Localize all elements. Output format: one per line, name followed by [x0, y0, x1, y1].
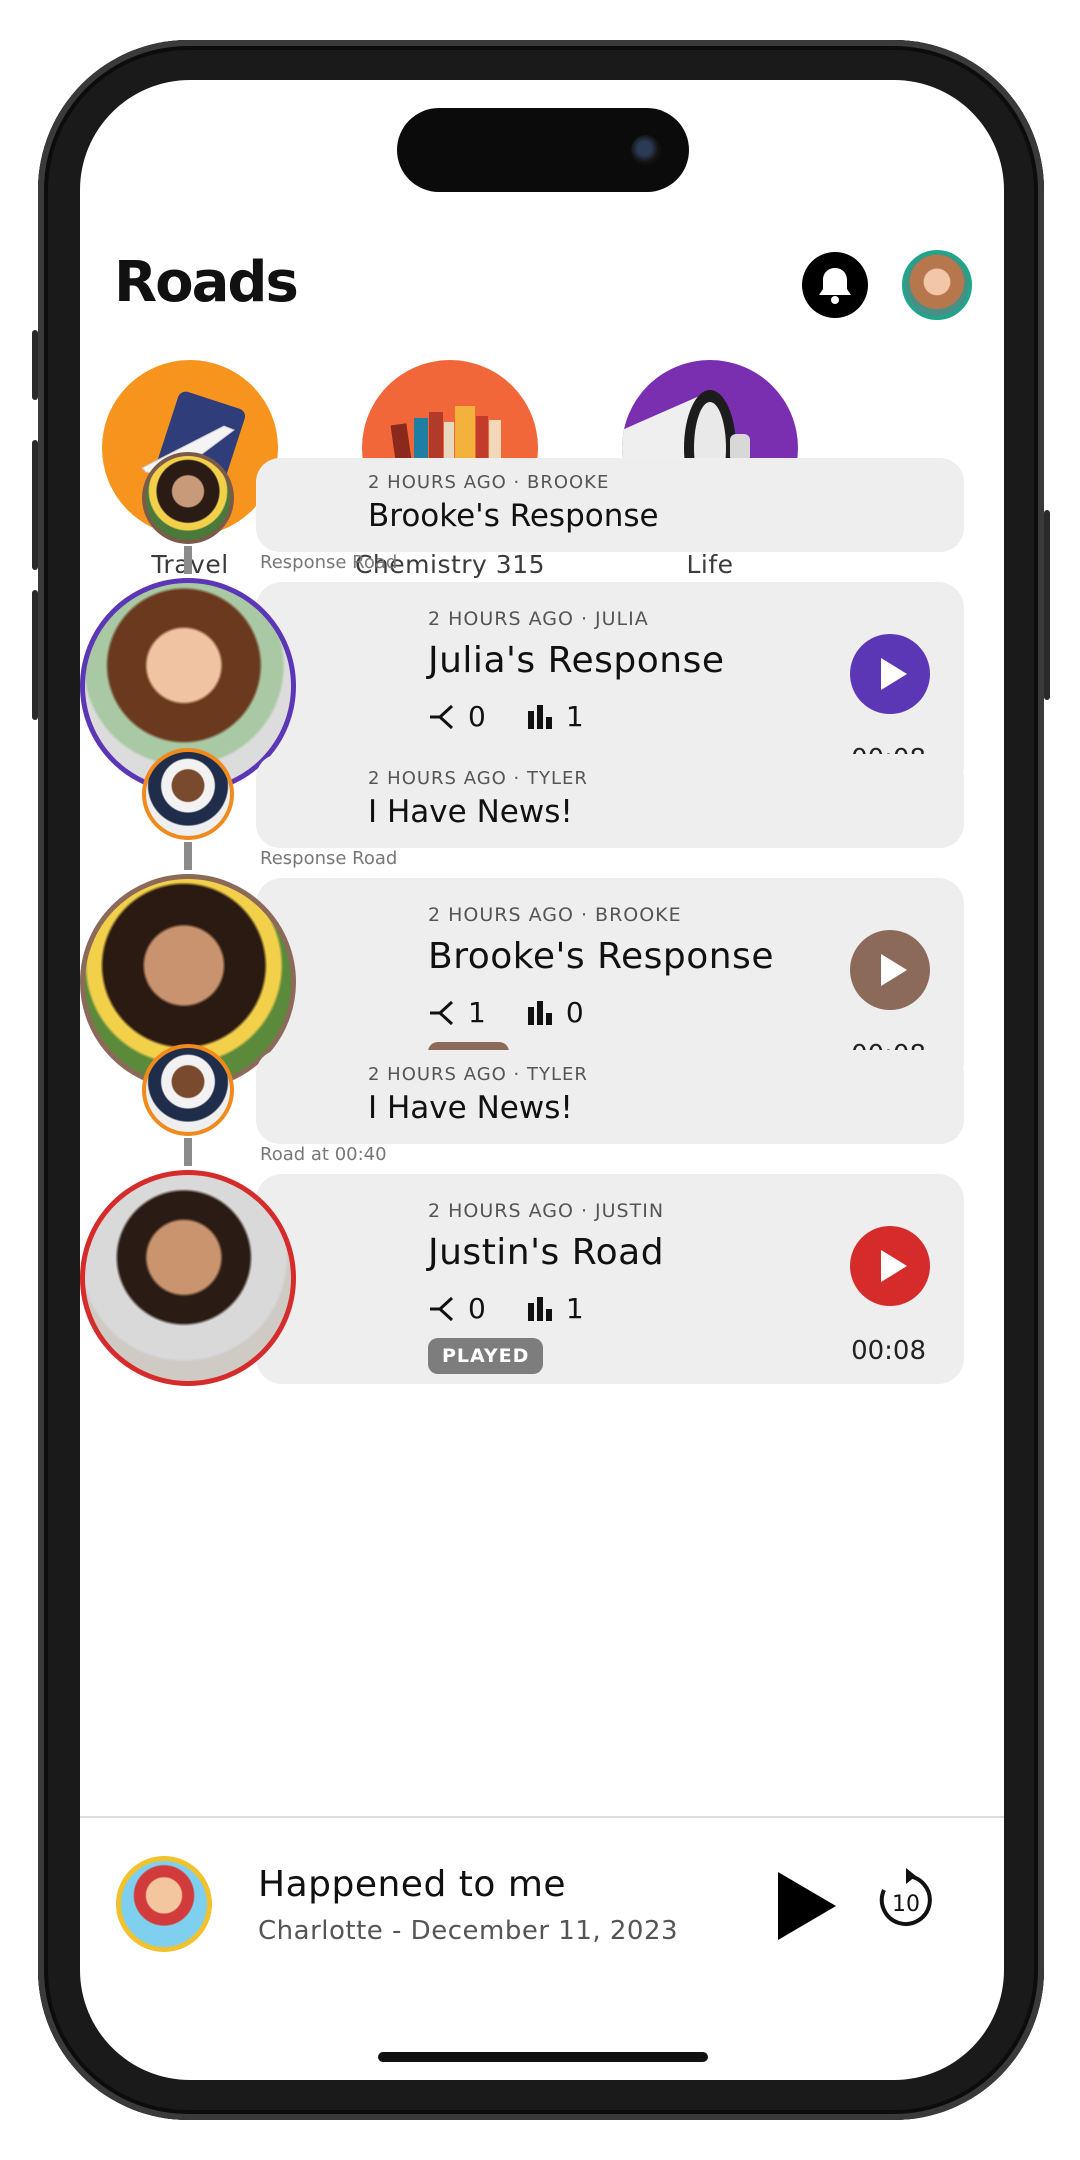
road-connector — [184, 842, 192, 870]
card-title: Julia's Response — [428, 640, 725, 681]
bar-chart-icon — [527, 704, 552, 729]
card-title: Justin's Road — [428, 1232, 665, 1273]
home-indicator[interactable] — [378, 2052, 708, 2062]
listens-stat: 0 — [526, 996, 584, 1029]
play-icon[interactable] — [778, 1872, 836, 1940]
card-title: Brooke's Response — [428, 936, 774, 977]
road-connector — [184, 1138, 192, 1166]
power-button — [1044, 510, 1050, 700]
shares-count: 0 — [468, 700, 486, 733]
parent-road-card[interactable]: 2 HOURS AGO · TYLER I Have News! — [256, 754, 964, 848]
card-meta: 2 HOURS AGO · JUSTIN — [428, 1200, 665, 1222]
listens-count: 1 — [565, 700, 584, 733]
divider — [80, 1816, 1004, 1818]
shares-count: 1 — [468, 996, 486, 1029]
listens-stat: 1 — [526, 1292, 584, 1325]
road-connector — [184, 546, 192, 574]
volume-up-button — [32, 440, 38, 570]
play-button[interactable] — [850, 1226, 930, 1306]
branch-icon — [430, 1000, 454, 1025]
card-meta: 2 HOURS AGO · BROOKE — [428, 904, 682, 926]
parent-title: I Have News! — [368, 794, 573, 830]
card-stats: 0 1 — [428, 700, 624, 733]
duration: 00:08 — [851, 1336, 926, 1366]
bell-icon[interactable] — [802, 252, 868, 318]
play-button[interactable] — [850, 930, 930, 1010]
bar-chart-icon — [527, 1000, 552, 1025]
branch-icon — [430, 704, 454, 729]
category-label: Life — [686, 550, 734, 579]
parent-title: Brooke's Response — [368, 498, 659, 534]
now-playing-subtitle: Charlotte - December 11, 2023 — [258, 1916, 679, 1946]
listens-stat: 1 — [526, 700, 584, 733]
avatar[interactable] — [902, 250, 972, 320]
shares-stat: 0 — [428, 1292, 486, 1325]
play-button[interactable] — [850, 634, 930, 714]
card-stats: 1 0 — [428, 996, 624, 1029]
parent-title: I Have News! — [368, 1090, 573, 1126]
app-screen: Roads Travel — [80, 80, 1004, 2080]
now-playing-title[interactable]: Happened to me — [258, 1864, 566, 1905]
avatar[interactable] — [80, 1170, 296, 1386]
card-meta: 2 HOURS AGO · JULIA — [428, 608, 649, 630]
shares-stat: 0 — [428, 700, 486, 733]
skip-seconds-label: 10 — [892, 1892, 920, 1917]
avatar[interactable] — [142, 748, 234, 840]
bar-chart-icon — [527, 1296, 552, 1321]
parent-meta: 2 HOURS AGO · BROOKE — [368, 472, 610, 493]
road-label: Response Road — [260, 552, 398, 573]
shares-stat: 1 — [428, 996, 486, 1029]
listens-count: 0 — [565, 996, 584, 1029]
card-stats: 0 1 — [428, 1292, 624, 1325]
app-logo[interactable]: Roads — [114, 250, 299, 315]
parent-meta: 2 HOURS AGO · TYLER — [368, 768, 588, 789]
shares-count: 0 — [468, 1292, 486, 1325]
mute-switch — [32, 330, 38, 400]
road-card[interactable]: 2 HOURS AGO · JUSTIN Justin's Road 0 1 P… — [256, 1174, 964, 1384]
listens-count: 1 — [565, 1292, 584, 1325]
road-label: Road at 00:40 — [260, 1144, 387, 1165]
branch-icon — [430, 1296, 454, 1321]
volume-down-button — [32, 590, 38, 720]
avatar[interactable] — [142, 452, 234, 544]
parent-meta: 2 HOURS AGO · TYLER — [368, 1064, 588, 1085]
dynamic-island — [397, 108, 689, 192]
parent-road-card[interactable]: 2 HOURS AGO · BROOKE Brooke's Response — [256, 458, 964, 552]
avatar[interactable] — [142, 1044, 234, 1136]
status-badge: PLAYED — [428, 1338, 544, 1374]
road-label: Response Road — [260, 848, 398, 869]
avatar[interactable] — [116, 1856, 212, 1952]
camera-icon — [631, 135, 661, 165]
replay-10-icon[interactable]: 10 — [872, 1866, 940, 1938]
parent-road-card[interactable]: 2 HOURS AGO · TYLER I Have News! — [256, 1050, 964, 1144]
